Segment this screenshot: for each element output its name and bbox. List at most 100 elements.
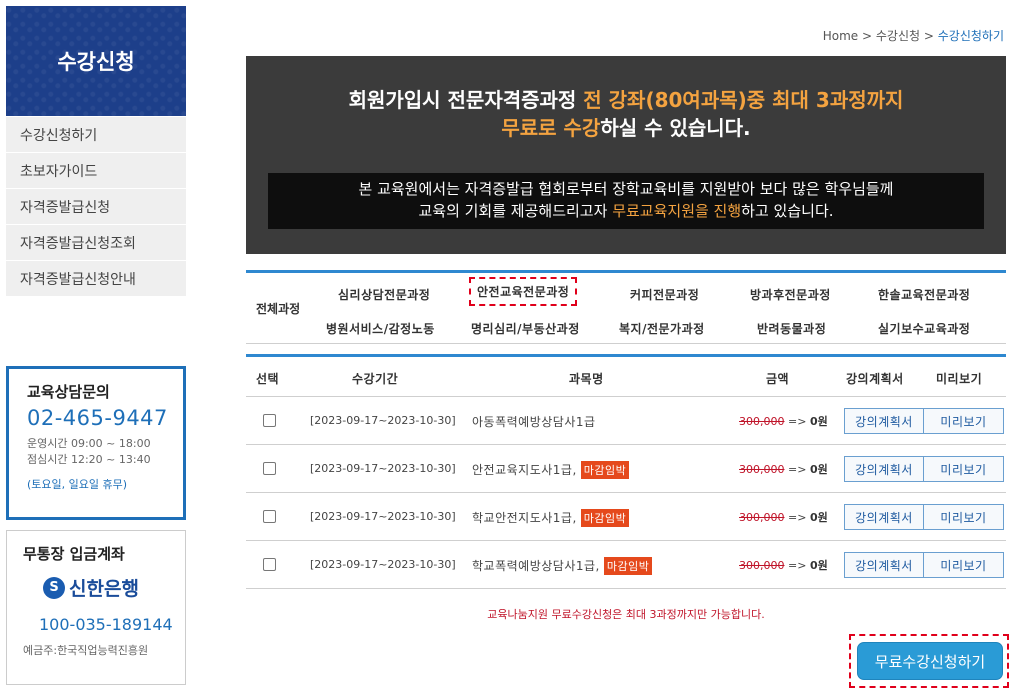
contact-box: 교육상담문의 02-465-9447 운영시간 09:00 ~ 18:00 점심… bbox=[6, 366, 186, 520]
preview-button[interactable]: 미리보기 bbox=[923, 504, 1004, 530]
bank-logo-icon: S bbox=[43, 576, 65, 599]
row-period: [2023-09-17~2023-10-30] bbox=[310, 462, 456, 475]
header-preview: 미리보기 bbox=[936, 372, 983, 386]
category-all[interactable]: 전체과정 bbox=[256, 300, 300, 317]
header-period: 수강기간 bbox=[352, 372, 399, 386]
bank-account: 100-035-189144 bbox=[39, 615, 173, 634]
row-price-arrow: => bbox=[784, 559, 810, 572]
banner-subtext-line2: 교육의 기회를 제공해드리고자 무료교육지원을 진행하고 있습니다. bbox=[268, 200, 984, 222]
row-period: [2023-09-17~2023-10-30] bbox=[310, 510, 456, 523]
table-row: [2023-09-17~2023-10-30] 학교안전지도사1급, 마감임박 3… bbox=[246, 493, 1006, 541]
category-coffee[interactable]: 커피전문과정 bbox=[630, 286, 699, 303]
preview-button[interactable]: 미리보기 bbox=[923, 552, 1004, 578]
row-old-price: 300,000 bbox=[739, 559, 785, 572]
submit-highlight: 무료수강신청하기 bbox=[849, 634, 1009, 688]
deadline-badge: 마감임박 bbox=[580, 461, 630, 479]
sidebar-title: 수강신청 bbox=[6, 6, 186, 116]
contact-title: 교육상담문의 bbox=[27, 383, 110, 401]
table-header: 선택 수강기간 과목명 금액 강의계획서 미리보기 bbox=[246, 357, 1006, 397]
deadline-badge: 마감임박 bbox=[580, 509, 630, 527]
syllabus-button[interactable]: 강의계획서 bbox=[844, 408, 924, 434]
row-price-arrow: => bbox=[784, 415, 810, 428]
promo-banner: 회원가입시 전문자격증과정 전 강좌(80여과목)중 최대 3과정까지 무료로 … bbox=[246, 56, 1006, 254]
category-welfare[interactable]: 복지/전문가과정 bbox=[619, 320, 705, 337]
sidebar-item-apply[interactable]: 수강신청하기 bbox=[6, 117, 186, 153]
category-counseling[interactable]: 심리상담전문과정 bbox=[338, 286, 430, 303]
deadline-badge: 마감임박 bbox=[603, 557, 653, 575]
row-subject: 학교안전지도사1급, 마감임박 bbox=[472, 509, 630, 527]
sidebar-title-text: 수강신청 bbox=[57, 50, 135, 74]
row-price: 300,000 => 0원 bbox=[739, 413, 828, 429]
preview-button[interactable]: 미리보기 bbox=[923, 408, 1004, 434]
category-safety-selected[interactable]: 안전교육전문과정 bbox=[469, 277, 578, 306]
banner-subtext-highlight: 무료교육지원을 진행 bbox=[612, 202, 742, 220]
sidebar-item-guide[interactable]: 초보자가이드 bbox=[6, 153, 186, 189]
row-old-price: 300,000 bbox=[739, 463, 785, 476]
row-checkbox[interactable] bbox=[263, 462, 276, 475]
syllabus-button[interactable]: 강의계획서 bbox=[844, 504, 924, 530]
banner-subtext-line2-b: 하고 있습니다. bbox=[741, 202, 834, 220]
course-table: 선택 수강기간 과목명 금액 강의계획서 미리보기 [2023-09-17~20… bbox=[246, 354, 1006, 589]
row-subject: 안전교육지도사1급, 마감임박 bbox=[472, 461, 630, 479]
row-price: 300,000 => 0원 bbox=[739, 461, 828, 477]
breadcrumb-sep: > bbox=[861, 29, 873, 43]
bank-name: 신한은행 bbox=[69, 578, 139, 600]
row-checkbox[interactable] bbox=[263, 414, 276, 427]
row-subject-name: 학교폭력예방상담사1급, bbox=[472, 559, 600, 573]
sidebar-item-cert-info[interactable]: 자격증발급신청안내 bbox=[6, 261, 186, 297]
free-enroll-button[interactable]: 무료수강신청하기 bbox=[857, 642, 1003, 680]
category-tabs: 전체과정 심리상담전문과정 안전교육전문과정 커피전문과정 방과후전문과정 한솔… bbox=[246, 270, 1006, 344]
row-subject-name: 아동폭력예방상담사1급 bbox=[472, 415, 596, 429]
row-new-price: 0원 bbox=[809, 559, 828, 572]
row-new-price: 0원 bbox=[809, 463, 828, 476]
row-subject-name: 안전교육지도사1급, bbox=[472, 463, 577, 477]
table-row: [2023-09-17~2023-10-30] 아동폭력예방상담사1급 300,… bbox=[246, 397, 1006, 445]
row-price: 300,000 => 0원 bbox=[739, 557, 828, 573]
breadcrumb: Home > 수강신청 > 수강신청하기 bbox=[823, 27, 1004, 44]
row-old-price: 300,000 bbox=[739, 415, 785, 428]
category-hospital[interactable]: 병원서비스/감정노동 bbox=[326, 320, 435, 337]
banner-headline: 회원가입시 전문자격증과정 전 강좌(80여과목)중 최대 3과정까지 무료로 … bbox=[246, 86, 1006, 142]
row-period: [2023-09-17~2023-10-30] bbox=[310, 558, 456, 571]
sidebar-item-cert-lookup[interactable]: 자격증발급신청조회 bbox=[6, 225, 186, 261]
contact-hours-lunch: 점심시간 12:20 ~ 13:40 bbox=[27, 453, 151, 466]
breadcrumb-level1[interactable]: 수강신청 bbox=[876, 29, 920, 43]
banner-subtext-line2-a: 교육의 기회를 제공해드리고자 bbox=[418, 202, 613, 220]
row-checkbox[interactable] bbox=[263, 510, 276, 523]
category-pet[interactable]: 반려동물과정 bbox=[757, 320, 826, 337]
banner-line2-text: 하실 수 있습니다. bbox=[600, 116, 751, 140]
row-old-price: 300,000 bbox=[739, 511, 785, 524]
syllabus-button[interactable]: 강의계획서 bbox=[844, 456, 924, 482]
category-afterschool[interactable]: 방과후전문과정 bbox=[750, 286, 831, 303]
category-realestate[interactable]: 명리심리/부동산과정 bbox=[471, 320, 580, 337]
sidebar-item-cert-apply[interactable]: 자격증발급신청 bbox=[6, 189, 186, 225]
row-subject-name: 학교안전지도사1급, bbox=[472, 511, 577, 525]
category-hansol[interactable]: 한솔교육전문과정 bbox=[878, 286, 970, 303]
breadcrumb-sep: > bbox=[923, 29, 934, 43]
category-practical[interactable]: 실기보수교육과정 bbox=[878, 320, 970, 337]
row-new-price: 0원 bbox=[809, 511, 828, 524]
table-row: [2023-09-17~2023-10-30] 학교폭력예방상담사1급, 마감임박… bbox=[246, 541, 1006, 589]
row-subject: 학교폭력예방상담사1급, 마감임박 bbox=[472, 557, 653, 575]
preview-button[interactable]: 미리보기 bbox=[923, 456, 1004, 482]
header-select: 선택 bbox=[256, 372, 280, 386]
contact-phone: 02-465-9447 bbox=[27, 406, 168, 430]
table-row: [2023-09-17~2023-10-30] 안전교육지도사1급, 마감임박 3… bbox=[246, 445, 1006, 493]
header-subject: 과목명 bbox=[569, 372, 604, 386]
sidebar-menu: 수강신청하기 초보자가이드 자격증발급신청 자격증발급신청조회 자격증발급신청안… bbox=[6, 117, 186, 297]
row-subject: 아동폭력예방상담사1급 bbox=[472, 413, 596, 430]
bank-logo: S 신한은행 bbox=[43, 574, 185, 601]
banner-line2-highlight: 무료로 수강 bbox=[501, 116, 601, 140]
contact-hours: 운영시간 09:00 ~ 18:00 점심시간 12:20 ~ 13:40 bbox=[27, 436, 183, 468]
breadcrumb-current: 수강신청하기 bbox=[937, 29, 1004, 43]
banner-subtext-box: 본 교육원에서는 자격증발급 협회로부터 장학교육비를 지원받아 보다 많은 학… bbox=[268, 173, 984, 229]
banner-subtext-line1: 본 교육원에서는 자격증발급 협회로부터 장학교육비를 지원받아 보다 많은 학… bbox=[358, 180, 894, 198]
syllabus-button[interactable]: 강의계획서 bbox=[844, 552, 924, 578]
contact-hours-open: 운영시간 09:00 ~ 18:00 bbox=[27, 437, 151, 450]
header-plan: 강의계획서 bbox=[846, 372, 904, 386]
header-price: 금액 bbox=[766, 372, 790, 386]
bank-holder: 예금주:한국직업능력진흥원 bbox=[23, 644, 149, 657]
breadcrumb-home[interactable]: Home bbox=[823, 29, 858, 43]
row-price-arrow: => bbox=[784, 511, 810, 524]
row-checkbox[interactable] bbox=[263, 558, 276, 571]
